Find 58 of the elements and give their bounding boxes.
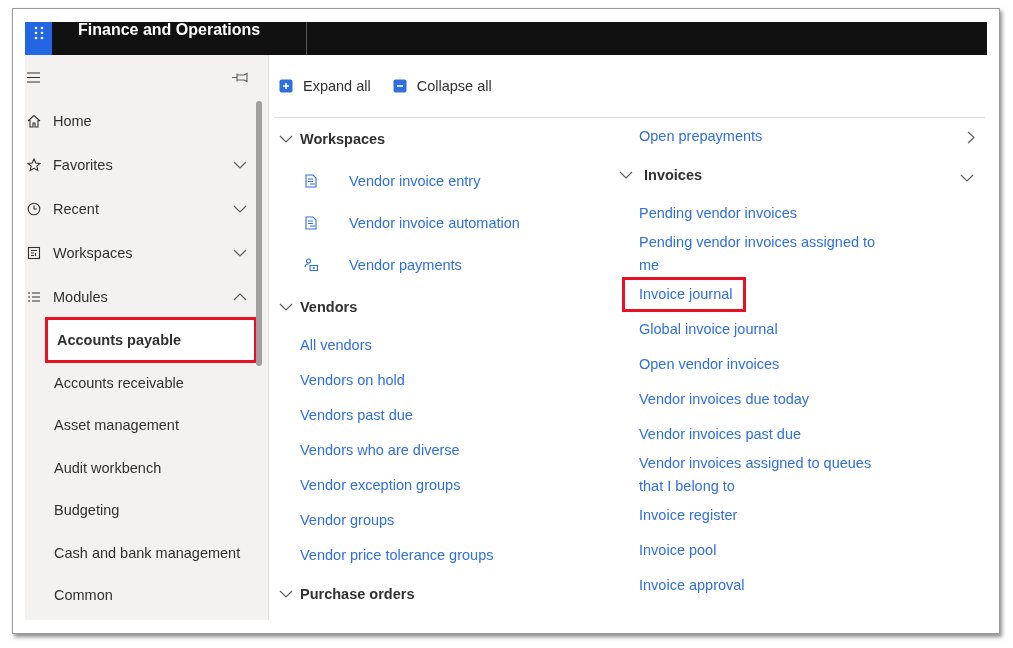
link[interactable]: Open prepayments: [639, 124, 763, 148]
link[interactable]: Vendor invoices past due: [639, 423, 802, 446]
link[interactable]: Invoice approval: [639, 574, 745, 597]
link[interactable]: Vendors on hold: [300, 369, 405, 392]
link[interactable]: Vendor groups: [300, 509, 395, 532]
person-money-icon: [304, 258, 318, 272]
section-header[interactable]: Invoices: [619, 154, 955, 196]
nav-item[interactable]: Recent: [25, 187, 256, 231]
plus-box-icon: [279, 79, 293, 93]
nav-item[interactable]: Modules: [25, 275, 256, 319]
link[interactable]: Vendor invoices due today: [639, 388, 810, 411]
section-header[interactable]: Purchase orders: [279, 573, 619, 615]
nav-subitem[interactable]: Cash and bank management: [45, 532, 256, 573]
star-icon: [27, 158, 41, 172]
link[interactable]: Vendors past due: [300, 404, 413, 427]
scrollbar-thumb[interactable]: [256, 101, 262, 366]
document-icon: [304, 174, 318, 188]
clock-icon: [27, 202, 41, 216]
menu-icon[interactable]: [27, 71, 40, 83]
minus-box-icon: [392, 79, 407, 93]
link[interactable]: Invoice journal: [639, 286, 733, 302]
nav-item[interactable]: Favorites: [25, 143, 256, 187]
link[interactable]: Invoice register: [639, 504, 738, 527]
app-title: Finance and Operations: [78, 22, 261, 38]
pin-icon[interactable]: [232, 71, 248, 83]
nav-subitem[interactable]: Accounts receivable: [45, 362, 256, 403]
link[interactable]: Vendors who are diverse: [300, 439, 460, 462]
workspace-icon: [27, 246, 41, 260]
link[interactable]: Pending vendor invoices: [639, 202, 797, 225]
app-launcher-button[interactable]: [25, 22, 52, 55]
link[interactable]: All vendors: [300, 334, 372, 357]
section-header[interactable]: Workspaces: [279, 118, 619, 160]
link[interactable]: Vendor invoices assigned to queues that I belong to: [639, 452, 889, 498]
home-icon: [27, 114, 41, 128]
link[interactable]: Vendor price tolerance groups: [300, 544, 494, 567]
link[interactable]: Open vendor invoices: [639, 353, 780, 376]
chevron-right-icon[interactable]: [967, 131, 975, 144]
nav-subitem[interactable]: Asset management: [45, 405, 256, 446]
nav-subitem[interactable]: Budgeting: [45, 490, 256, 531]
link[interactable]: Vendor exception groups: [300, 474, 461, 497]
nav-item[interactable]: Workspaces: [25, 231, 256, 275]
grid-dots-icon: [33, 26, 44, 40]
nav-subitem[interactable]: Accounts payable: [48, 320, 254, 361]
list-icon: [27, 290, 41, 304]
nav-subitem[interactable]: Common: [45, 575, 256, 616]
link[interactable]: Global invoice journal: [639, 318, 778, 341]
chevron-down-icon[interactable]: [960, 174, 974, 182]
link[interactable]: Invoice pool: [639, 539, 717, 562]
link[interactable]: Pending vendor invoices assigned to me: [639, 231, 889, 277]
collapse-all-button[interactable]: Collapse all: [392, 78, 492, 94]
document-icon: [304, 216, 318, 230]
link[interactable]: Vendor invoice entry: [349, 169, 481, 193]
link[interactable]: Vendor payments: [349, 253, 462, 277]
nav-item[interactable]: Home: [25, 99, 256, 143]
expand-all-button[interactable]: Expand all: [279, 78, 371, 94]
link[interactable]: Vendor invoice automation: [349, 211, 520, 235]
nav-subitem[interactable]: Audit workbench: [45, 447, 256, 488]
section-header[interactable]: Vendors: [279, 286, 619, 328]
